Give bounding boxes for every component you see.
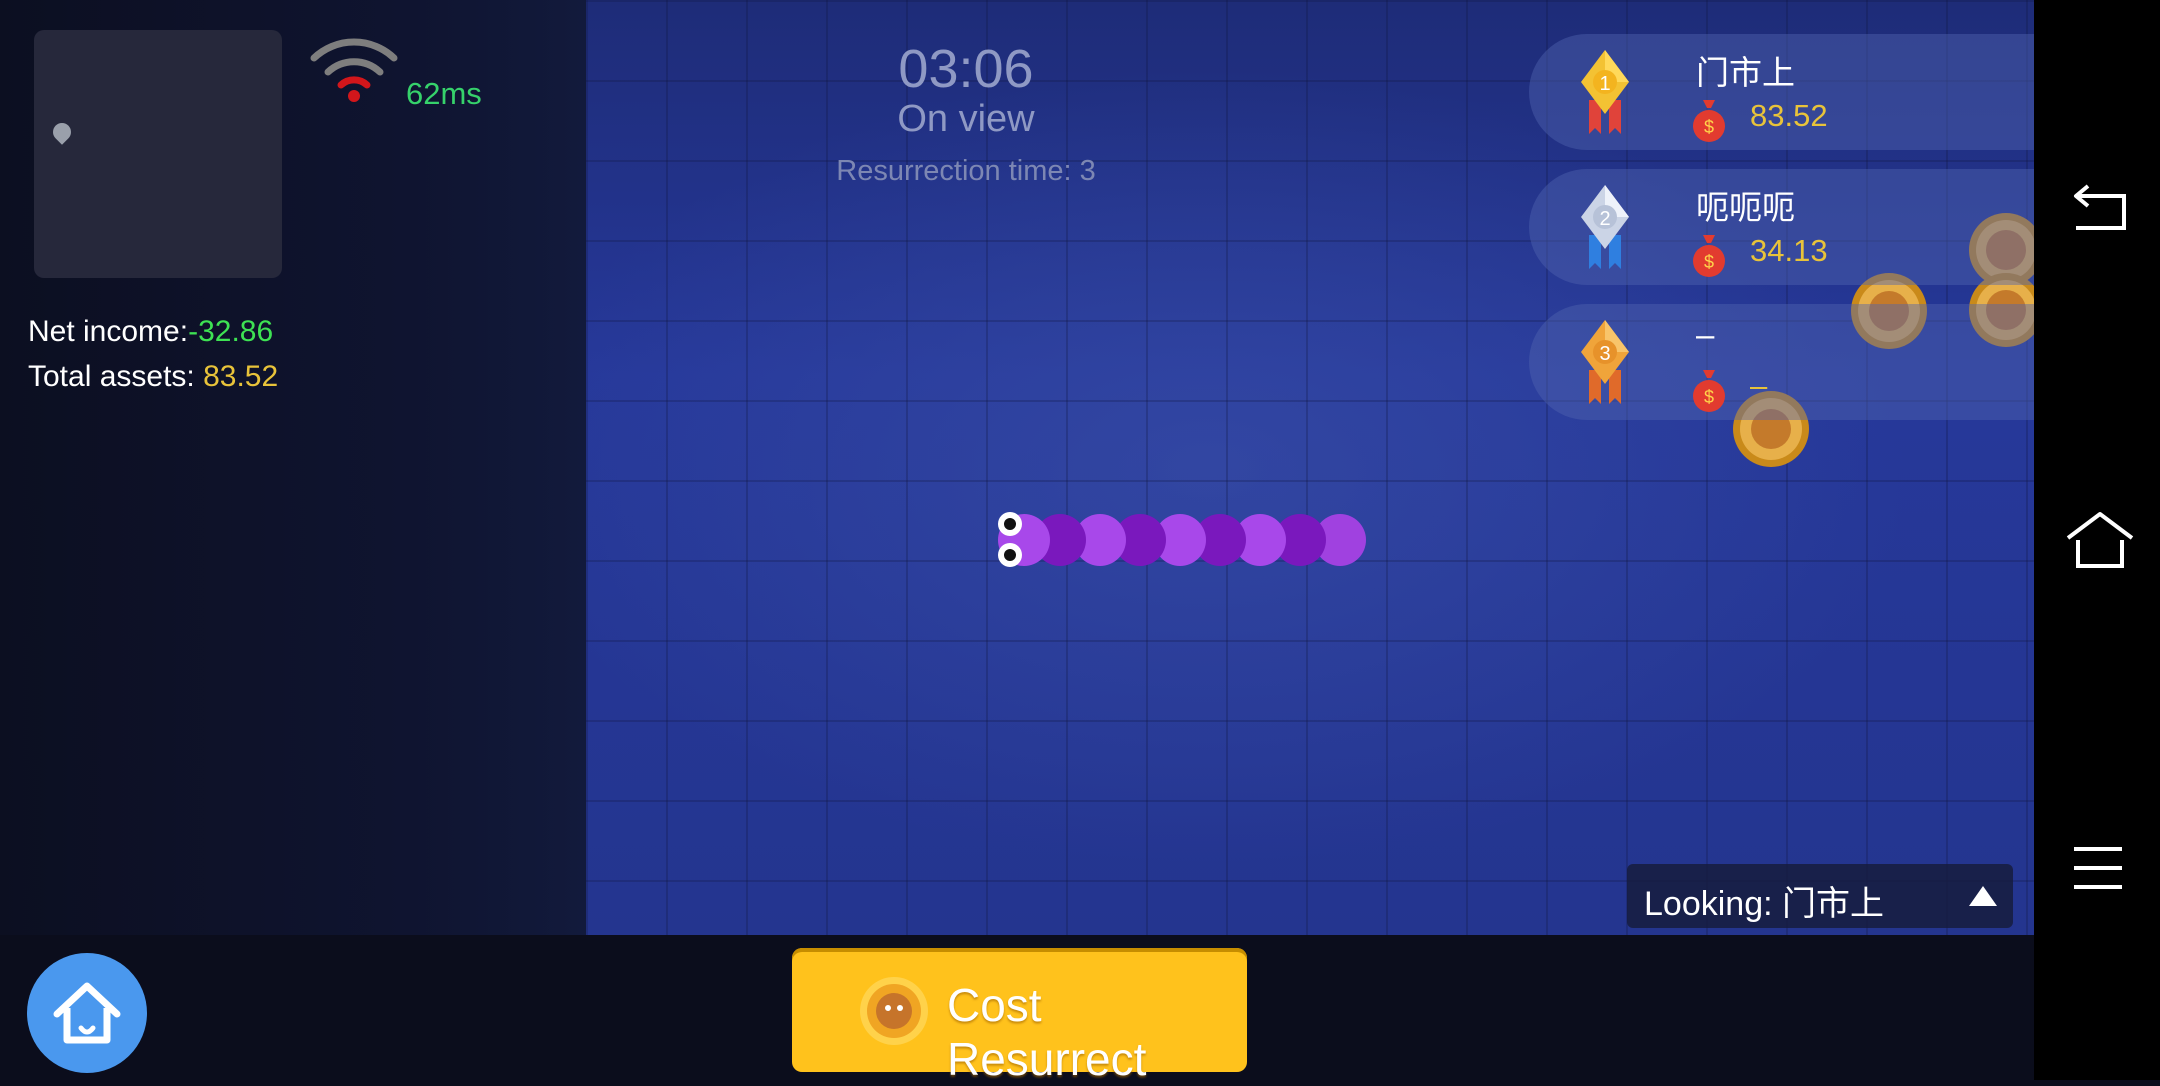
medal-silver-icon: 2 [1581,185,1629,269]
medal-gold-icon: 1 [1581,50,1629,134]
leaderboard-name: 呃呃呃 [1696,189,1795,226]
left-hud-panel: 62ms Net income:-32.86 Total assets: 83.… [0,0,586,935]
spectate-label: Looking: 门市上 [1644,885,1884,923]
money-bag-icon: $ [1693,100,1725,142]
resurrection-countdown: Resurrection time: 3 [836,155,1096,187]
player-snake [998,512,1366,567]
view-status: On view [897,98,1035,140]
leaderboard-name: – [1696,316,1715,353]
leaderboard-score: 83.52 [1750,98,1828,133]
total-assets-label: Total assets: [28,360,195,393]
back-icon[interactable] [2068,178,2132,234]
menu-icon[interactable] [2072,845,2124,891]
leaderboard-name: 门市上 [1696,54,1795,91]
leaderboard-score: 34.13 [1750,233,1828,268]
spectate-dropdown[interactable]: Looking: 门市上 [1627,864,2013,928]
ping-readout: 62ms [406,76,482,111]
net-income-row: Net income:-32.86 [28,315,273,349]
leaderboard-entry: 1 门市上 $ 83.52 [1529,34,2034,150]
money-bag-icon: $ [1693,235,1725,277]
svg-text:$: $ [1704,117,1714,137]
dropdown-arrow-icon [1969,886,1997,906]
net-income-value: -32.86 [188,315,274,348]
total-assets-row: Total assets: 83.52 [28,360,278,394]
net-income-label: Net income: [28,315,189,348]
svg-text:$: $ [1704,252,1714,272]
wifi-icon [310,38,398,102]
cost-resurrect-label: Cost Resurrect [947,979,1147,1085]
home-icon [53,982,121,1044]
svg-text:$: $ [1704,387,1714,407]
total-assets-value: 83.52 [203,360,279,393]
coin-icon [860,977,928,1045]
minimap [34,30,282,278]
match-timer: 03:06 [898,39,1034,99]
medal-rank: 3 [1599,343,1610,365]
cost-resurrect-button[interactable]: Cost Resurrect [792,948,1247,1085]
medal-bronze-icon: 3 [1581,320,1629,404]
leaderboard-entry: 2 呃呃呃 $ 34.13 [1529,169,2034,285]
leaderboard-score: – [1750,368,1768,403]
money-bag-icon: $ [1693,370,1725,412]
map-marker-icon [49,119,75,145]
leaderboard-entry: 3 – $ – [1529,304,2034,420]
medal-rank: 2 [1599,208,1610,230]
medal-rank: 1 [1599,73,1610,95]
home-button[interactable] [27,953,147,1073]
nav-home-icon[interactable] [2064,510,2136,570]
system-nav-bar [2034,0,2160,1080]
